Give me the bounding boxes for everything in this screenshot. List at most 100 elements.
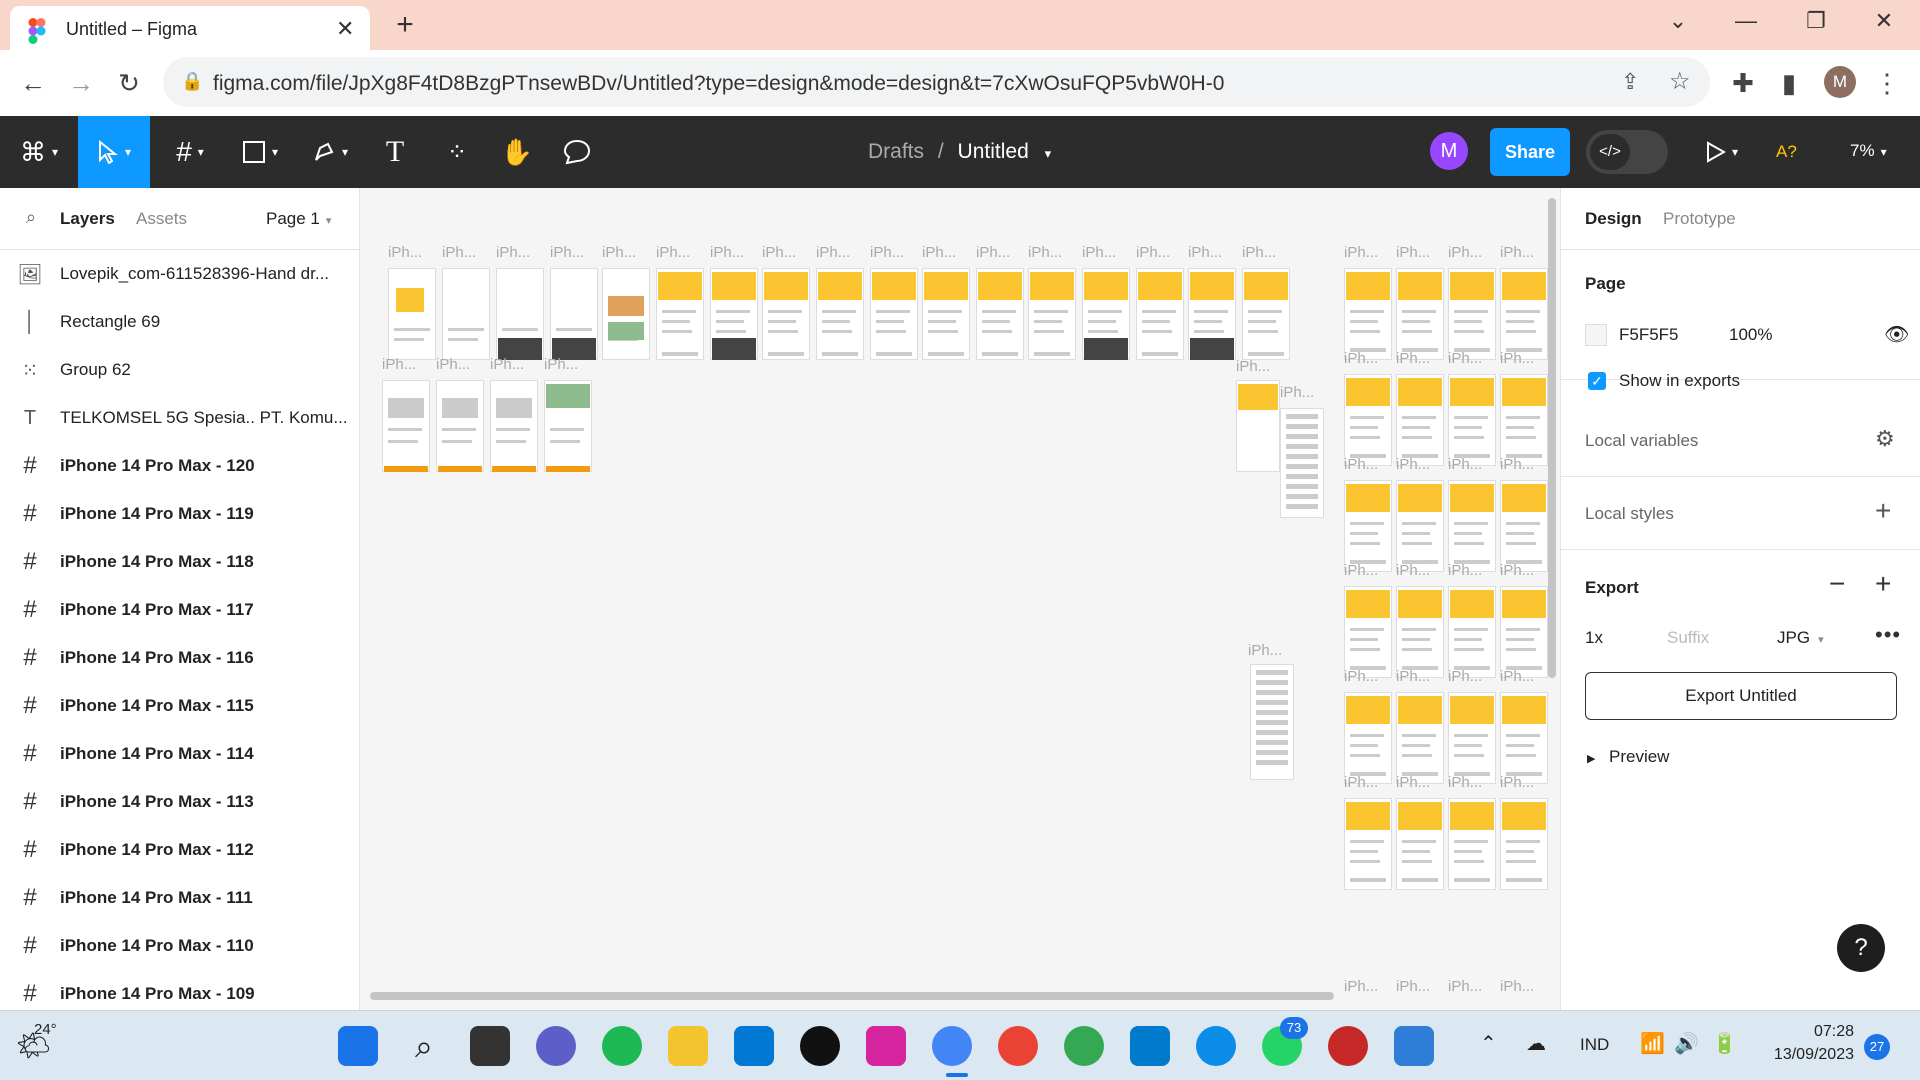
layer-row[interactable]: # iPhone 14 Pro Max - 111 xyxy=(0,874,360,922)
frame-label[interactable]: iPh... xyxy=(1396,562,1430,579)
frame-label[interactable]: iPh... xyxy=(922,244,956,261)
frame-label[interactable]: iPh... xyxy=(1344,774,1378,791)
frame-label[interactable]: iPh... xyxy=(1500,774,1534,791)
export-scale[interactable]: 1x xyxy=(1585,628,1603,648)
frame-label[interactable]: iPh... xyxy=(1188,244,1222,261)
microsoft-store-icon[interactable] xyxy=(734,1026,774,1066)
pen-tool-button[interactable]: ▾ xyxy=(300,116,360,188)
show-in-exports-checkbox[interactable]: ✓ xyxy=(1588,372,1606,390)
task-view-icon[interactable] xyxy=(470,1026,510,1066)
page-color-value[interactable]: F5F5F5 xyxy=(1619,325,1679,345)
notification-badge[interactable]: 27 xyxy=(1864,1034,1890,1060)
resources-tool-button[interactable]: ⁘ xyxy=(435,116,479,188)
power-app-icon[interactable] xyxy=(1328,1026,1368,1066)
frame-label[interactable]: iPh... xyxy=(1448,562,1482,579)
frame-label[interactable]: iPh... xyxy=(1028,244,1062,261)
frame-label[interactable]: iPh... xyxy=(1396,350,1430,367)
page-select[interactable]: Page 1 ▾ xyxy=(266,209,331,229)
frame-label[interactable]: iPh... xyxy=(1344,456,1378,473)
frame-label[interactable]: iPh... xyxy=(816,244,850,261)
share-button[interactable]: Share xyxy=(1490,128,1570,176)
frame-label[interactable]: iPh... xyxy=(1396,978,1430,995)
chrome-profile-2-icon[interactable] xyxy=(998,1026,1038,1066)
frame-label[interactable]: iPh... xyxy=(870,244,904,261)
export-suffix-field[interactable]: Suffix xyxy=(1667,628,1709,648)
layer-row[interactable]: # iPhone 14 Pro Max - 120 xyxy=(0,442,360,490)
file-explorer-icon[interactable] xyxy=(668,1026,708,1066)
spotify-icon[interactable] xyxy=(602,1026,642,1066)
chrome-menu-icon[interactable]: ⋮ xyxy=(1872,68,1902,98)
adjust-icon[interactable]: ⚙ xyxy=(1875,426,1895,452)
local-styles-label[interactable]: Local styles xyxy=(1585,504,1674,524)
layer-row[interactable]: # iPhone 14 Pro Max - 110 xyxy=(0,922,360,970)
layer-row[interactable]: │ Rectangle 69 xyxy=(0,298,360,346)
breadcrumb-drafts[interactable]: Drafts xyxy=(868,140,924,163)
frame-label[interactable]: iPh... xyxy=(1344,244,1378,261)
shape-tool-button[interactable]: ▾ xyxy=(230,116,290,188)
present-button[interactable]: ▾ xyxy=(1696,116,1746,188)
layer-row[interactable]: # iPhone 14 Pro Max - 115 xyxy=(0,682,360,730)
caret-right-icon[interactable]: ▶ xyxy=(1587,752,1595,765)
frame-label[interactable]: iPh... xyxy=(1448,774,1482,791)
vertical-scrollbar[interactable] xyxy=(1548,198,1556,678)
frame-label[interactable]: iPh... xyxy=(1448,978,1482,995)
clock-time[interactable]: 07:28 xyxy=(1780,1023,1854,1041)
frame-tool-button[interactable]: # ▾ xyxy=(160,116,220,188)
wifi-icon[interactable]: 📶 xyxy=(1640,1031,1665,1056)
layer-row[interactable]: # iPhone 14 Pro Max - 119 xyxy=(0,490,360,538)
move-tool-button[interactable]: ▾ xyxy=(78,116,150,188)
frame-label[interactable]: iPh... xyxy=(1136,244,1170,261)
user-avatar[interactable]: M xyxy=(1430,132,1468,170)
add-export-icon[interactable]: + xyxy=(1875,568,1891,600)
frame-label[interactable]: iPh... xyxy=(1500,456,1534,473)
frame-label[interactable]: iPh... xyxy=(1082,244,1116,261)
frame-label[interactable]: iPh... xyxy=(976,244,1010,261)
frame-label[interactable]: iPh... xyxy=(1448,668,1482,685)
frame-label[interactable]: iPh... xyxy=(1500,244,1534,261)
frame-label[interactable]: iPh... xyxy=(1500,668,1534,685)
frame-label[interactable]: iPh... xyxy=(762,244,796,261)
language-indicator[interactable]: IND xyxy=(1580,1035,1609,1055)
chevron-up-icon[interactable]: ⌃ xyxy=(1480,1031,1497,1056)
frame-label[interactable]: iPh... xyxy=(1448,244,1482,261)
frame-label[interactable]: iPh... xyxy=(1344,668,1378,685)
layer-row[interactable]: # iPhone 14 Pro Max - 112 xyxy=(0,826,360,874)
frame-label[interactable]: iPh... xyxy=(602,244,636,261)
frame-label[interactable]: iPh... xyxy=(1396,774,1430,791)
add-style-icon[interactable]: + xyxy=(1875,495,1891,527)
photos-icon[interactable] xyxy=(1394,1026,1434,1066)
frame-label[interactable]: iPh... xyxy=(436,356,470,373)
side-panel-icon[interactable]: ▮ xyxy=(1774,68,1804,98)
frame-label[interactable]: iPh... xyxy=(1280,384,1314,401)
forward-icon[interactable]: → xyxy=(66,68,96,98)
frame-label[interactable]: iPh... xyxy=(1396,668,1430,685)
frame-label[interactable]: iPh... xyxy=(1396,244,1430,261)
file-name[interactable]: Untitled xyxy=(958,140,1029,163)
font-warning[interactable]: A? xyxy=(1776,142,1797,162)
frame-label[interactable]: iPh... xyxy=(442,244,476,261)
frame-label[interactable]: iPh... xyxy=(550,244,584,261)
close-window-icon[interactable]: ✕ xyxy=(1864,8,1904,34)
layer-row[interactable]: # iPhone 14 Pro Max - 118 xyxy=(0,538,360,586)
design-canvas[interactable]: iPh... iPh... iPh... iPh... iPh... iPh... iPh.… xyxy=(360,188,1560,1010)
export-format-select[interactable]: JPG ▾ xyxy=(1777,628,1824,648)
tab-assets[interactable]: Assets xyxy=(136,209,187,229)
chevron-down-icon[interactable]: ▾ xyxy=(1045,146,1052,161)
search-icon[interactable]: ⌕ xyxy=(404,1026,444,1066)
frame-label[interactable]: iPh... xyxy=(1248,642,1282,659)
share-page-icon[interactable]: ⇪ xyxy=(1621,69,1639,95)
new-tab-icon[interactable]: + xyxy=(390,8,420,42)
address-bar[interactable]: 🔒 figma.com/file/JpXg8F4tD8BzgPTnsewBDv/… xyxy=(163,57,1710,107)
main-menu-button[interactable]: ⌘ ▾ xyxy=(0,116,78,188)
frame-label[interactable]: iPh... xyxy=(496,244,530,261)
minimize-icon[interactable]: — xyxy=(1726,8,1766,34)
teams-icon[interactable] xyxy=(536,1026,576,1066)
frame-label[interactable]: iPh... xyxy=(1236,358,1270,375)
search-icon[interactable]: ⌕ xyxy=(26,207,36,228)
frame-label[interactable]: iPh... xyxy=(490,356,524,373)
frame-label[interactable]: iPh... xyxy=(388,244,422,261)
browser-tab[interactable]: Untitled – Figma ✕ xyxy=(10,6,370,50)
start-icon[interactable] xyxy=(338,1026,378,1066)
clock-date[interactable]: 13/09/2023 xyxy=(1760,1046,1854,1064)
more-options-icon[interactable]: ••• xyxy=(1875,622,1901,648)
